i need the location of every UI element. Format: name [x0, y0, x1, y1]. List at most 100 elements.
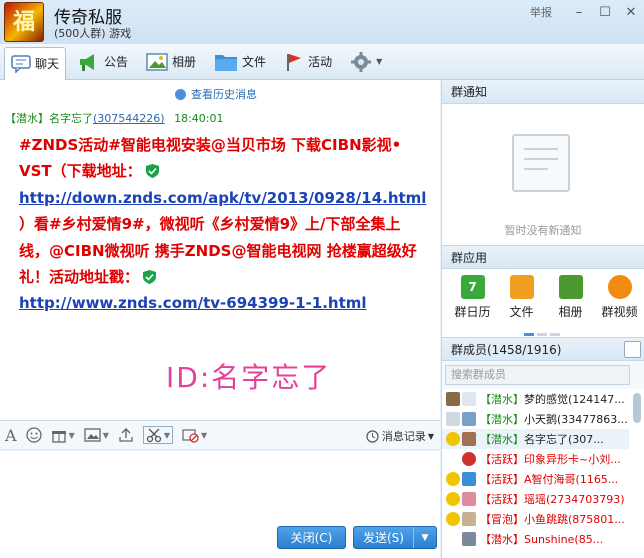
sender-qq[interactable]: (307544226) [93, 112, 165, 125]
image-icon[interactable]: ▼ [84, 428, 109, 442]
avatar [446, 532, 460, 546]
main-toolbar: 聊天 公告 相册 文件 活动 ▼ [0, 44, 644, 80]
tab-album[interactable]: 相册 [140, 47, 202, 77]
view-history-label: 查看历史消息 [191, 88, 257, 101]
document-icon [512, 134, 570, 192]
message-line: ）看#乡村爱情9#，微视听《乡村爱情9》上/下部全集上 [19, 215, 401, 234]
star-icon [446, 432, 460, 446]
apps-pager[interactable] [524, 333, 563, 336]
gift-icon[interactable]: ▼ [51, 427, 75, 443]
folder-icon [509, 275, 534, 299]
app-label: 群日历 [454, 305, 491, 319]
member-list: 【潜水】 梦的感觉(124147... 【潜水】 小天鹅(33477863... 【… [442, 389, 644, 558]
avatar [446, 412, 460, 426]
upload-icon[interactable] [118, 427, 134, 443]
group-avatar[interactable]: 福 [4, 2, 44, 42]
group-subtitle: (500人群) 游戏 [54, 27, 132, 40]
member-row[interactable]: 【潜水】 名字忘了(307... [442, 429, 629, 449]
member-row[interactable]: 【潜水】 小天鹅(33477863... [442, 409, 629, 429]
tab-chat[interactable]: 聊天 [4, 46, 67, 80]
member-row[interactable]: 【冒泡】 小鱼跳跳(875801... [442, 509, 629, 529]
avatar [462, 432, 476, 446]
message-record-button[interactable]: 消息记录 ▼ [366, 428, 434, 444]
avatar [462, 472, 476, 486]
member-row[interactable]: 【潜水】 梦的感觉(124147... [442, 389, 629, 409]
close-button[interactable]: 关闭(C) [277, 526, 346, 549]
block-icon[interactable]: ▼ [182, 428, 207, 443]
badge-icon [462, 452, 476, 466]
emoji-icon[interactable] [25, 427, 42, 443]
app-album[interactable]: 相册 [546, 269, 595, 337]
app-label: 群视频 [601, 305, 638, 319]
photo-album-icon [558, 275, 583, 299]
badge-icon [462, 392, 476, 406]
app-calendar[interactable]: 7 群日历 [448, 269, 497, 337]
sender-name[interactable]: 名字忘了 [49, 112, 93, 125]
notice-header: 群通知 [442, 80, 644, 104]
input-toolbar: A ▼ ▼ ▼ ▼ 消息记录 ▼ [0, 420, 440, 450]
chat-bubble-icon [11, 54, 31, 73]
maximize-icon[interactable]: ☐ [592, 5, 618, 20]
badge-icon [462, 412, 476, 426]
chevron-down-icon[interactable]: ▼ [414, 527, 436, 548]
search-icon[interactable] [624, 341, 641, 358]
member-list-scrollbar[interactable] [633, 393, 641, 423]
app-files[interactable]: 文件 [497, 269, 546, 337]
report-button[interactable]: 举报 [530, 4, 552, 20]
avatar [462, 512, 476, 526]
app-video[interactable]: 群视频 [595, 269, 644, 337]
clock-icon [366, 429, 379, 443]
gear-icon [351, 51, 372, 72]
settings-button[interactable]: ▼ [344, 47, 388, 77]
chat-message-area[interactable]: 查看历史消息 【潜水】名字忘了(307544226) 18:40:01 #ZND… [0, 80, 440, 420]
message-header: 【潜水】名字忘了(307544226) 18:40:01 [5, 110, 223, 126]
notice-empty-text: 暂时没有新通知 [504, 224, 582, 237]
avatar [446, 452, 460, 466]
video-icon [607, 275, 632, 299]
avatar [446, 392, 460, 406]
notice-panel: 暂时没有新通知 [442, 104, 644, 245]
clock-icon [175, 88, 186, 100]
avatar [462, 492, 476, 506]
activity-link[interactable]: http://www.znds.com/tv-694399-1-1.html [19, 294, 367, 312]
apps-header: 群应用 [442, 245, 644, 269]
qq-group-chat-window: 福 传奇私服 (500人群) 游戏 举报 – ☐ ✕ 聊天 公告 相册 文件 活… [0, 0, 644, 558]
verified-shield-icon [145, 164, 159, 179]
member-row[interactable]: 【活跃】 A智付海哥(1165... [442, 469, 629, 489]
member-title-tag: 【潜水】 [5, 112, 49, 125]
group-apps: 7 群日历 文件 相册 群视频 [442, 269, 644, 337]
send-button-label: 发送(S) [354, 527, 414, 548]
message-body: #ZNDS活动#智能电视安装@当贝市场 下载CIBN影视• VST（下载地址： … [19, 132, 439, 317]
font-icon[interactable]: A [5, 426, 17, 445]
member-row[interactable]: 【活跃】 瑶瑶(2734703793) [442, 489, 629, 509]
members-count: 群成员(1458/1916) [451, 343, 562, 357]
download-link[interactable]: http://down.znds.com/apk/tv/2013/0928/14… [19, 189, 426, 207]
tab-activity-label: 活动 [308, 55, 333, 69]
minimize-icon[interactable]: – [566, 5, 592, 20]
member-search-input[interactable]: 搜索群成员 [445, 365, 630, 385]
star-icon [446, 492, 460, 506]
calendar-icon: 7 [460, 275, 485, 299]
app-label: 相册 [558, 305, 583, 319]
members-header: 群成员(1458/1916) [442, 337, 644, 361]
message-line: 礼！活动地址戳： [19, 264, 439, 290]
verified-shield-icon [143, 270, 157, 285]
tab-activity[interactable]: 活动 [278, 47, 338, 77]
send-button[interactable]: 发送(S) ▼ [353, 526, 437, 549]
tab-announcement[interactable]: 公告 [72, 47, 134, 77]
tab-files[interactable]: 文件 [208, 47, 272, 77]
message-time: 18:40:01 [174, 112, 224, 125]
close-icon[interactable]: ✕ [618, 5, 644, 20]
star-icon [446, 472, 460, 486]
message-line: #ZNDS活动#智能电视安装@当贝市场 下载CIBN影视• [19, 136, 402, 154]
member-row[interactable]: 【活跃】 印象异形卡~小刘... [442, 449, 629, 469]
message-line: VST（下载地址： [19, 158, 439, 184]
window-controls: 举报 – ☐ ✕ [530, 0, 644, 24]
message-record-label: 消息记录 [381, 430, 426, 443]
chevron-down-icon: ▼ [427, 431, 434, 441]
screenshot-icon[interactable]: ▼ [142, 426, 174, 444]
app-label: 文件 [509, 305, 534, 319]
member-row[interactable]: 【潜水】 Sunshine(85... [442, 529, 629, 549]
view-history-link[interactable]: 查看历史消息 [175, 86, 257, 102]
tab-album-label: 相册 [172, 55, 197, 69]
